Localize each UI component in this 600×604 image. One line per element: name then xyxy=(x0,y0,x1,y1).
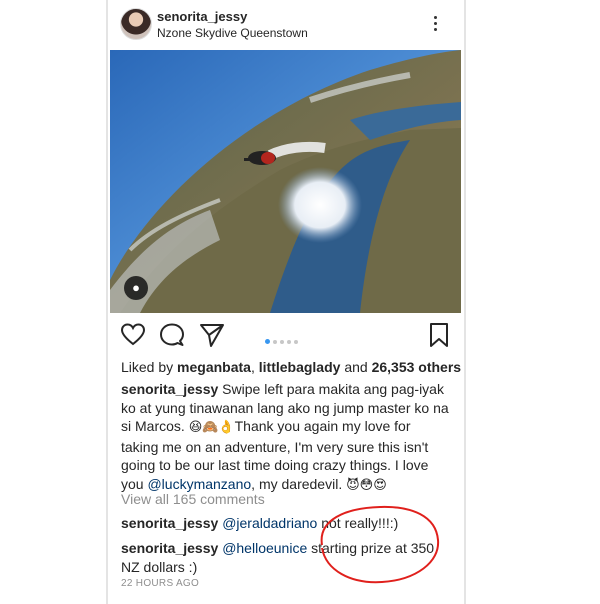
post-caption: senorita_jessy Swipe left para makita an… xyxy=(121,380,451,495)
caption-emoji-2: 😈😳😍 xyxy=(346,477,387,493)
heart-icon[interactable] xyxy=(120,322,146,348)
bookmark-icon[interactable] xyxy=(426,322,452,348)
caption-username[interactable]: senorita_jessy xyxy=(121,381,218,397)
liker-littlebaglady[interactable]: littlebaglady xyxy=(259,359,341,375)
caption-emoji-1: 😆🙈👌 xyxy=(188,420,235,435)
likes-prefix: Liked by xyxy=(121,359,178,375)
likes-separator: , xyxy=(250,359,259,375)
more-icon[interactable] xyxy=(434,16,438,34)
caption-mention[interactable]: @luckymanzano xyxy=(147,476,251,492)
comment-2: senorita_jessy @helloeunice starting pri… xyxy=(121,539,451,576)
post-timestamp: 22 HOURS AGO xyxy=(121,578,200,589)
frame-left-edge xyxy=(106,0,108,604)
comment-1: senorita_jessy @jeraldadriano not really… xyxy=(121,514,451,533)
post-photo[interactable]: ● xyxy=(110,50,461,313)
carousel-dot xyxy=(287,339,291,344)
skydive-photo xyxy=(110,50,461,313)
carousel-dot xyxy=(280,339,284,344)
caption-text-3: , my daredevil. xyxy=(251,475,347,492)
avatar[interactable] xyxy=(120,8,152,40)
carousel-dot xyxy=(294,339,298,344)
likes-count[interactable]: 26,353 others xyxy=(372,359,462,375)
user-tag-icon[interactable]: ● xyxy=(124,276,148,300)
carousel-dot xyxy=(273,339,277,344)
comment-text: not really!!!:) xyxy=(317,515,399,531)
frame-right-edge xyxy=(464,0,466,604)
liker-meganbata[interactable]: meganbata xyxy=(177,359,251,375)
likes-line: Liked by meganbata, littlebaglady and 26… xyxy=(121,359,461,375)
post-location[interactable]: Nzone Skydive Queenstown xyxy=(157,26,308,40)
carousel-indicator xyxy=(265,333,301,345)
comment-mention[interactable]: @helloeunice xyxy=(222,540,307,556)
post-header: senorita_jessy Nzone Skydive Queenstown xyxy=(120,6,450,42)
comment-username[interactable]: senorita_jessy xyxy=(121,515,218,531)
post-username[interactable]: senorita_jessy xyxy=(157,9,247,24)
carousel-dot xyxy=(265,339,270,345)
action-bar xyxy=(120,322,450,348)
comment-mention[interactable]: @jeraldadriano xyxy=(222,515,317,531)
comment-icon[interactable] xyxy=(159,322,185,348)
view-all-comments-link[interactable]: View all 165 comments xyxy=(121,491,265,507)
share-icon[interactable] xyxy=(199,322,225,348)
comment-username[interactable]: senorita_jessy xyxy=(121,540,218,556)
likes-and: and xyxy=(340,359,372,375)
